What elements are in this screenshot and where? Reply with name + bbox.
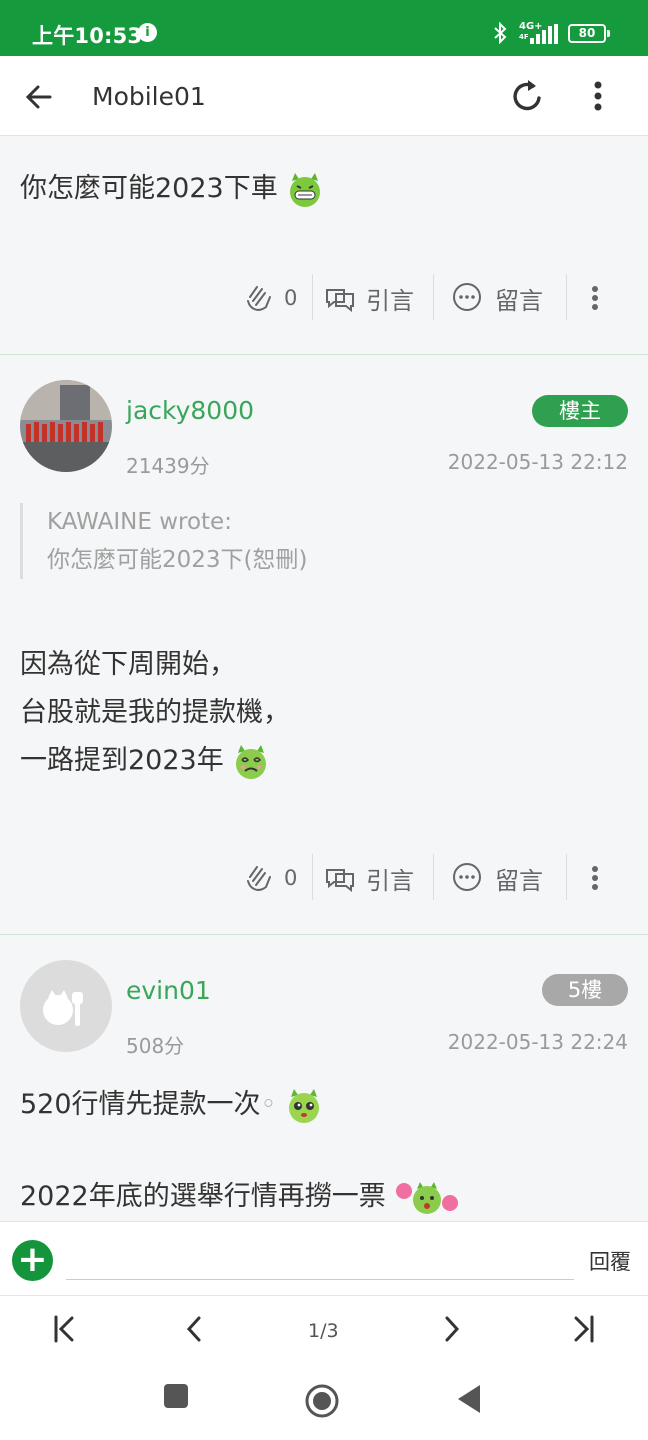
cheer-emoji-icon — [396, 1181, 459, 1214]
reply-bar: + 回覆 — [0, 1221, 648, 1295]
clap-icon — [247, 286, 271, 311]
post-date: 2022-05-13 22:24 — [447, 1030, 628, 1054]
username[interactable]: jacky8000 — [126, 396, 254, 425]
post-line-with-emoji: 2022年底的選舉行情再撈一票 — [20, 1174, 460, 1220]
dizzy-emoji-icon — [236, 744, 267, 779]
post-body: 520行情先提款一次◦ 2022年底的選舉行情再撈一票 — [20, 1082, 460, 1220]
post-divider — [0, 934, 648, 935]
add-attachment-button[interactable]: + — [12, 1240, 53, 1281]
prev-page-icon[interactable] — [184, 1314, 204, 1344]
reply-button[interactable]: 回覆 — [589, 1246, 631, 1276]
pagination-bar: 1/3 — [0, 1295, 648, 1365]
signal-icon — [530, 24, 558, 44]
post-more-icon[interactable] — [590, 284, 600, 312]
quote-text: 你怎麼可能2023下(恕刪) — [47, 547, 308, 573]
quote-button[interactable]: 引言 — [324, 854, 414, 902]
back-nav-icon[interactable] — [456, 1383, 482, 1415]
username[interactable]: evin01 — [126, 976, 211, 1005]
back-arrow-icon[interactable] — [24, 82, 54, 112]
user-score: 21439分 — [126, 454, 210, 478]
default-avatar-icon — [43, 990, 83, 1026]
system-nav-bar — [0, 1365, 648, 1440]
refresh-icon[interactable] — [511, 78, 545, 114]
post-date: 2022-05-13 22:12 — [447, 450, 628, 474]
post-line-with-emoji: 520行情先提款一次◦ — [20, 1082, 460, 1128]
page-title: Mobile01 — [92, 82, 206, 111]
comment-bubble-icon — [453, 283, 481, 311]
quote-bubble-icon — [326, 289, 354, 312]
next-page-icon[interactable] — [442, 1314, 462, 1344]
notification-icon: i — [138, 23, 157, 42]
status-bar: 上午10:53 i 4G+ 4F 80 — [0, 0, 648, 56]
owner-badge: 樓主 — [532, 395, 628, 427]
more-vert-icon[interactable] — [592, 80, 604, 112]
avatar[interactable] — [20, 960, 112, 1052]
bluetooth-icon — [494, 22, 507, 44]
quote-button[interactable]: 引言 — [324, 274, 414, 322]
page-indicator: 1/3 — [308, 1320, 339, 1342]
post-actions: 0 引言 留言 — [0, 274, 648, 322]
post-text: 你怎麼可能2023下車 — [20, 173, 278, 204]
like-button[interactable]: 0 — [244, 274, 297, 322]
clap-icon — [247, 866, 271, 891]
status-time: 上午10:53 — [32, 24, 143, 48]
post-more-icon[interactable] — [590, 864, 600, 892]
comment-button[interactable]: 留言 — [451, 274, 543, 322]
quote-bubble-icon — [326, 869, 354, 892]
post-divider — [0, 354, 648, 355]
post-body: 因為從下周開始， 台股就是我的提款機， 一路提到2023年 — [20, 641, 290, 785]
home-icon[interactable] — [304, 1383, 340, 1419]
first-page-icon[interactable] — [52, 1314, 78, 1344]
quote-author: KAWAINE wrote: — [47, 509, 232, 535]
comment-button[interactable]: 留言 — [451, 854, 543, 902]
recent-apps-icon[interactable] — [163, 1383, 189, 1409]
like-button[interactable]: 0 — [244, 854, 297, 902]
post-actions: 0 引言 留言 — [0, 854, 648, 902]
post-body: 你怎麼可能2023下車 — [20, 166, 324, 209]
app-bar: Mobile01 — [0, 56, 648, 136]
avatar-photo — [20, 380, 112, 472]
grin-emoji-icon — [290, 172, 321, 207]
comment-bubble-icon — [453, 863, 481, 891]
quote-block: KAWAINE wrote: 你怎麼可能2023下(恕刪) — [20, 503, 307, 579]
post-line-with-emoji: 一路提到2023年 — [20, 737, 290, 785]
user-score: 508分 — [126, 1034, 185, 1058]
reply-input[interactable] — [66, 1240, 574, 1280]
post-line: 台股就是我的提款機， — [20, 697, 290, 728]
last-page-icon[interactable] — [570, 1314, 596, 1344]
avatar[interactable] — [20, 380, 112, 472]
post-line: 因為從下周開始， — [20, 649, 236, 680]
floor-badge: 5樓 — [542, 974, 628, 1006]
cute-emoji-icon — [289, 1088, 320, 1123]
battery-icon: 80 — [568, 24, 610, 43]
